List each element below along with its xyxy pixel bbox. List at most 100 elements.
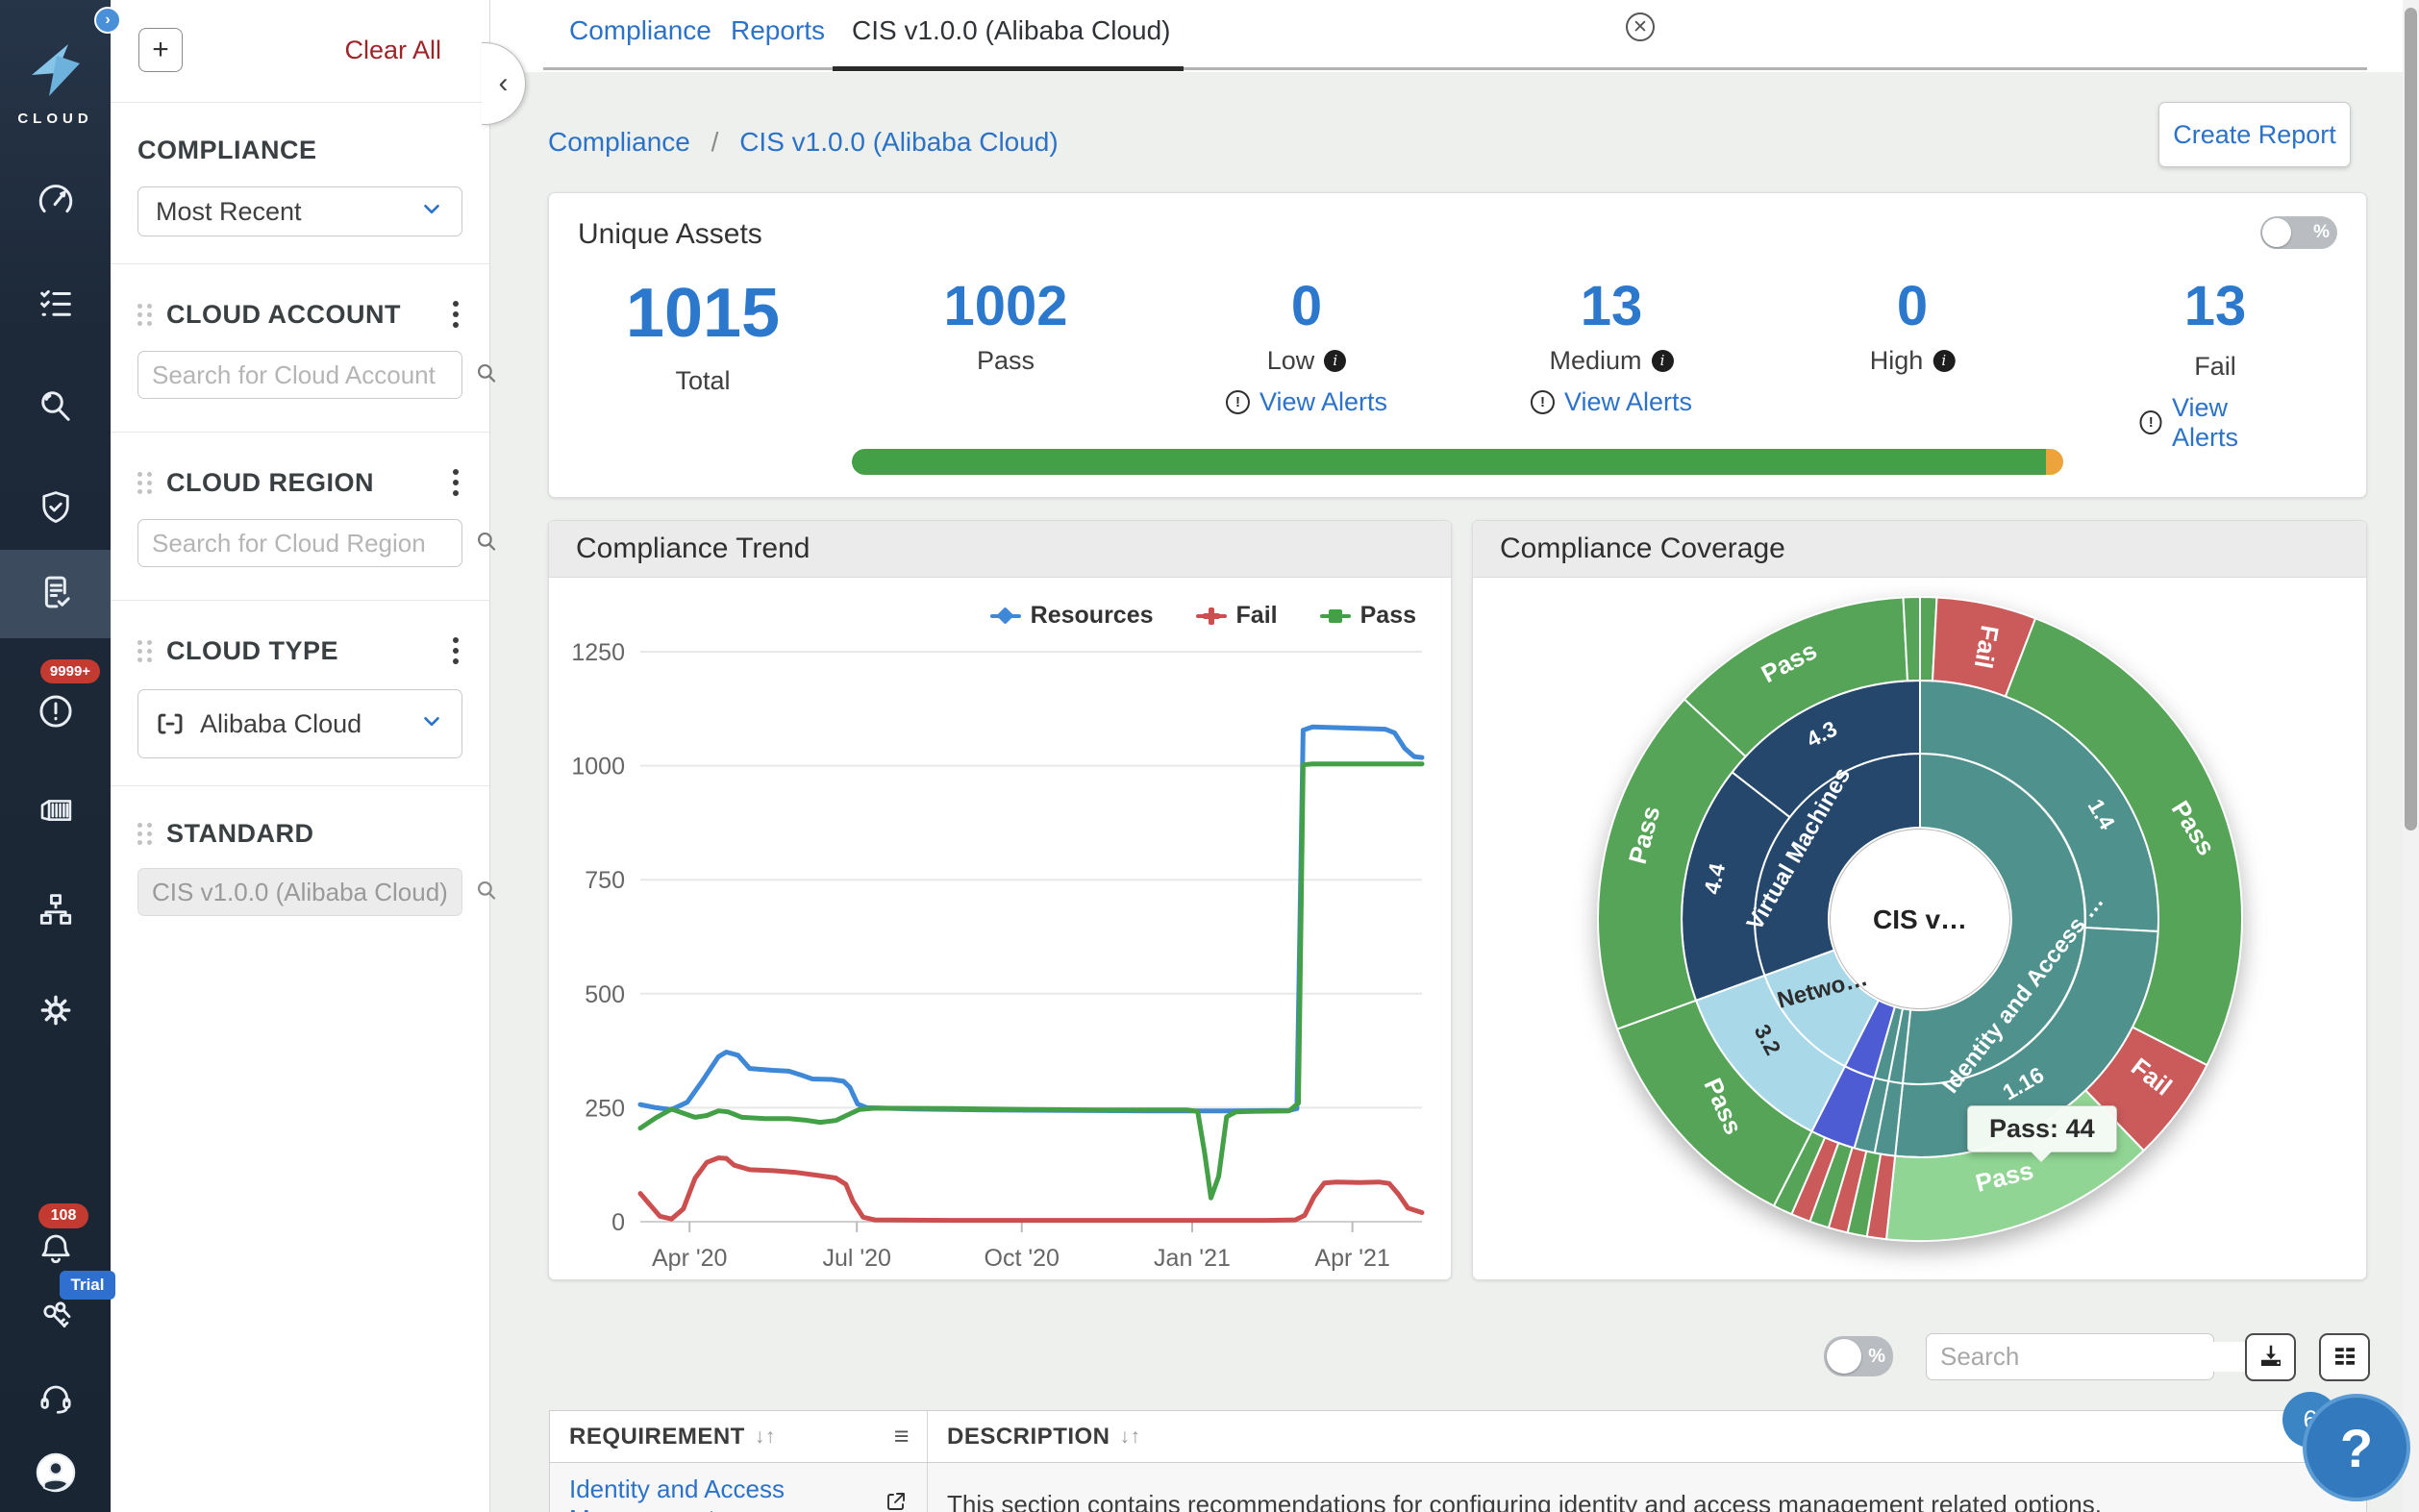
svg-text:Apr '20: Apr '20: [652, 1245, 727, 1272]
unique-assets-panel: Unique Assets % 1015 Total 1002 Pass 0 L…: [548, 192, 2367, 498]
svg-text:250: 250: [585, 1095, 625, 1122]
sort-icon[interactable]: ↓↑: [1120, 1425, 1141, 1449]
drag-handle-icon[interactable]: [137, 304, 153, 326]
tab-cis-v1-alibaba-cloud[interactable]: CIS v1.0.0 (Alibaba Cloud): [852, 15, 1171, 46]
active-tab-underline: [833, 66, 1184, 71]
sidebar-expand-button[interactable]: ›: [94, 7, 121, 34]
external-link-icon: [885, 1490, 908, 1512]
breadcrumb-compliance-link[interactable]: Compliance: [548, 127, 690, 157]
breadcrumb-current[interactable]: CIS v1.0.0 (Alibaba Cloud): [739, 127, 1059, 157]
app-logo[interactable]: CLOUD: [0, 40, 111, 127]
add-filter-button[interactable]: +: [138, 28, 183, 72]
view-alerts-medium-link[interactable]: !View Alerts: [1531, 387, 1692, 417]
requirement-link[interactable]: Identity and Access Management: [550, 1463, 928, 1512]
tab-bar: Compliance Reports CIS v1.0.0 (Alibaba C…: [490, 0, 2419, 72]
filter-section-cloud-region: CLOUD REGION: [111, 433, 489, 567]
tab-reports[interactable]: Reports: [731, 15, 825, 46]
sidebar-item-policies[interactable]: [0, 465, 111, 554]
help-button[interactable]: ?: [2303, 1394, 2410, 1501]
column-header-requirement[interactable]: REQUIREMENT ↓↑ ≡: [550, 1411, 928, 1462]
scrollbar-thumb[interactable]: [2405, 8, 2417, 830]
kebab-menu-icon[interactable]: [449, 633, 462, 668]
view-alerts-fail-link[interactable]: !View Alerts: [2140, 393, 2291, 453]
keys-icon: [36, 1297, 76, 1342]
compliance-sort-value: Most Recent: [156, 197, 302, 227]
create-report-button[interactable]: Create Report: [2158, 102, 2351, 167]
drag-handle-icon[interactable]: [137, 640, 153, 662]
user-avatar-icon: [33, 1450, 79, 1500]
search-icon: [474, 878, 499, 907]
sidebar-item-support[interactable]: [0, 1355, 111, 1444]
alibaba-cloud-icon: [156, 709, 185, 738]
filter-section-compliance: COMPLIANCE Most Recent: [111, 103, 489, 236]
drag-handle-icon[interactable]: [137, 823, 153, 845]
search-icon: [36, 385, 76, 431]
network-topology-icon: [36, 889, 76, 934]
column-settings-button[interactable]: [2319, 1333, 2370, 1381]
coverage-panel-header: Compliance Coverage: [1473, 521, 2366, 578]
sidebar-item-settings[interactable]: [0, 968, 111, 1056]
table-search-input[interactable]: [1940, 1342, 2262, 1372]
close-tab-icon[interactable]: ✕: [1626, 12, 1655, 41]
tab-compliance[interactable]: Compliance: [569, 15, 711, 46]
sidebar-item-inventory[interactable]: [0, 261, 111, 350]
sidebar-item-dashboard[interactable]: [0, 160, 111, 248]
compliance-sort-select[interactable]: Most Recent: [137, 186, 462, 236]
sidebar-item-search[interactable]: [0, 363, 111, 452]
sidebar-item-containers[interactable]: [0, 768, 111, 856]
compliance-trend-panel: Compliance Trend Resources Fail Pass 125…: [548, 520, 1452, 1280]
drag-handle-icon[interactable]: [137, 472, 153, 494]
chevron-down-icon: [419, 196, 444, 228]
table-percent-toggle[interactable]: %: [1824, 1336, 1893, 1376]
cloud-account-search-input[interactable]: [152, 360, 474, 390]
kebab-menu-icon[interactable]: [449, 297, 462, 332]
search-icon: [474, 360, 499, 390]
filter-panel: + Clear All COMPLIANCE Most Recent CLOUD…: [111, 0, 490, 1512]
coverage-sunburst-chart[interactable]: Identity and Access …Netwo…Virtual Machi…: [1473, 578, 2366, 1279]
requirement-description: This section contains recommendations fo…: [928, 1463, 2366, 1512]
info-icon[interactable]: i: [1933, 350, 1955, 372]
stat-medium-label: Medium: [1549, 346, 1641, 376]
view-alerts-low-link[interactable]: !View Alerts: [1226, 387, 1387, 417]
legend-item-pass[interactable]: Pass: [1320, 602, 1416, 630]
table-search: [1926, 1333, 2214, 1380]
stat-pass-value: 1002: [943, 278, 1067, 336]
cloud-region-search-input[interactable]: [152, 529, 474, 558]
column-header-description[interactable]: DESCRIPTION ↓↑: [928, 1411, 1160, 1462]
bell-icon: [36, 1229, 76, 1275]
column-menu-icon[interactable]: ≡: [894, 1422, 910, 1451]
percent-label: %: [1868, 1346, 1885, 1368]
info-icon[interactable]: i: [1652, 350, 1674, 372]
sort-icon[interactable]: ↓↑: [755, 1425, 776, 1449]
stat-fail: 13 Fail !View Alerts: [2140, 278, 2291, 453]
cloud-type-select[interactable]: Alibaba Cloud: [137, 689, 462, 758]
filter-title-cloud-account: CLOUD ACCOUNT: [166, 300, 401, 330]
filter-section-standard: STANDARD: [111, 786, 489, 916]
standard-search-input[interactable]: [152, 878, 474, 907]
filter-section-cloud-type: CLOUD TYPE Alibaba Cloud: [111, 601, 489, 758]
alert-exclaim-icon: !: [1531, 390, 1555, 414]
sidebar-item-compliance[interactable]: [0, 550, 111, 638]
unique-assets-title: Unique Assets: [578, 218, 762, 251]
svg-text:Oct '20: Oct '20: [985, 1245, 1060, 1272]
percent-toggle[interactable]: %: [2260, 216, 2337, 249]
toggle-knob: [2262, 218, 2291, 247]
progress-pass-segment: [852, 449, 2046, 475]
legend-item-resources[interactable]: Resources: [990, 602, 1154, 630]
sidebar-item-profile[interactable]: [0, 1436, 111, 1512]
scrollbar-track: [2403, 0, 2419, 1512]
info-icon[interactable]: i: [1324, 350, 1346, 372]
stat-high-label: High: [1870, 346, 1924, 376]
legend-item-fail[interactable]: Fail: [1196, 602, 1278, 630]
download-button[interactable]: [2245, 1333, 2296, 1381]
standard-search: [137, 868, 462, 916]
clear-all-filters-button[interactable]: Clear All: [344, 36, 441, 65]
headset-icon: [36, 1377, 76, 1423]
sidebar-nav: CLOUD 9999+ 108: [0, 0, 111, 1512]
kebab-menu-icon[interactable]: [449, 465, 462, 500]
trend-legend: Resources Fail Pass: [990, 602, 1416, 630]
fail-marker-icon: [1196, 607, 1227, 625]
gear-icon: [36, 990, 76, 1035]
sidebar-item-network[interactable]: [0, 867, 111, 955]
stat-fail-label: Fail: [2194, 352, 2236, 382]
